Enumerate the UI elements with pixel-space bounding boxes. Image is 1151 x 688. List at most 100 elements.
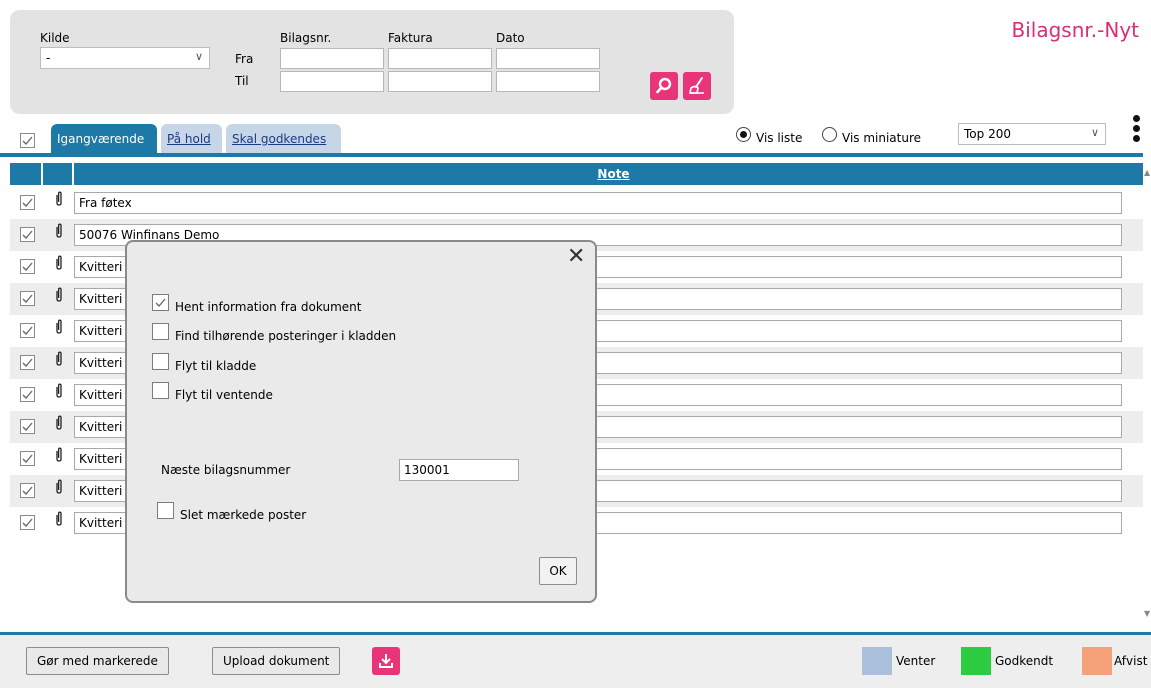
row-checkbox[interactable] (20, 515, 35, 530)
flyt-til-kladde-label: Flyt til kladde (175, 359, 257, 373)
note-column-header[interactable]: Note (84, 163, 1143, 185)
row-checkbox[interactable] (20, 387, 35, 402)
tab-paa-hold[interactable]: På hold (161, 124, 222, 154)
vis-miniature-label: Vis miniature (842, 131, 922, 145)
bilagsnr-til-input[interactable] (280, 71, 384, 92)
legend-godkendt-swatch (961, 647, 991, 675)
find-posteringer-label: Find tilhørende posteringer i kladden (175, 329, 397, 343)
check-icon (22, 390, 33, 399)
download-icon (379, 654, 393, 668)
faktura-til-input[interactable] (388, 71, 492, 92)
paperclip-icon[interactable] (54, 223, 64, 243)
row-checkbox[interactable] (20, 195, 35, 210)
kilde-select-value: - (46, 51, 51, 65)
clear-button[interactable] (683, 72, 711, 100)
legend-godkendt-label: Godkendt (995, 654, 1054, 668)
vis-miniature-radio[interactable] (822, 127, 837, 142)
top-select[interactable]: Top 200 ∨ (958, 123, 1106, 145)
tab-igangvaerende[interactable]: Igangværende (51, 124, 157, 154)
paperclip-icon[interactable] (54, 479, 64, 499)
tab-divider (0, 153, 1143, 157)
slet-poster-label: Slet mærkede poster (180, 508, 307, 522)
ok-button[interactable]: OK (539, 557, 577, 585)
paperclip-icon[interactable] (54, 191, 64, 211)
table-row[interactable]: Fra føtex (10, 187, 1143, 219)
check-icon (22, 294, 33, 303)
row-checkbox[interactable] (20, 419, 35, 434)
broom-icon (689, 77, 704, 94)
check-icon (22, 422, 33, 431)
scroll-down-icon[interactable]: ▼ (1144, 609, 1150, 618)
chevron-down-icon: ∨ (1090, 126, 1099, 139)
check-icon (155, 298, 166, 307)
check-icon (22, 454, 33, 463)
paperclip-icon[interactable] (54, 255, 64, 275)
action-dialog: ✕ Hent information fra dokument Find til… (125, 240, 597, 603)
select-all-checkbox[interactable] (20, 133, 35, 148)
naeste-bilagsnummer-input[interactable]: 130001 (399, 459, 519, 481)
bilagsnr-label: Bilagsnr. (280, 31, 332, 45)
dato-til-input[interactable] (496, 71, 600, 92)
faktura-fra-input[interactable] (388, 48, 492, 69)
fra-label: Fra (235, 52, 254, 66)
row-checkbox[interactable] (20, 483, 35, 498)
paperclip-icon[interactable] (54, 351, 64, 371)
kilde-select[interactable]: - ∨ (40, 47, 210, 69)
dato-label: Dato (496, 31, 525, 45)
kilde-label: Kilde (40, 31, 70, 45)
paperclip-icon[interactable] (54, 415, 64, 435)
filter-panel: Kilde - ∨ Fra Til Bilagsnr. Faktura Dato (10, 10, 734, 114)
faktura-label: Faktura (388, 31, 433, 45)
paperclip-icon[interactable] (54, 511, 64, 531)
legend-afvist-swatch (1082, 647, 1112, 675)
check-icon (22, 136, 33, 145)
slet-poster-checkbox[interactable] (157, 502, 174, 519)
check-icon (22, 486, 33, 495)
close-icon[interactable]: ✕ (567, 246, 585, 268)
row-checkbox[interactable] (20, 227, 35, 242)
find-posteringer-checkbox[interactable] (152, 323, 169, 340)
search-icon (656, 77, 672, 94)
hent-information-checkbox[interactable] (152, 294, 169, 311)
tab-skal-godkendes[interactable]: Skal godkendes (226, 124, 341, 154)
legend-venter-swatch (862, 647, 892, 675)
row-checkbox[interactable] (20, 291, 35, 306)
til-label: Til (235, 74, 249, 88)
row-checkbox[interactable] (20, 451, 35, 466)
dato-fra-input[interactable] (496, 48, 600, 69)
legend-afvist-label: Afvist (1114, 654, 1148, 668)
note-input[interactable]: Fra føtex (74, 192, 1122, 214)
check-icon (22, 358, 33, 367)
check-icon (22, 198, 33, 207)
scroll-up-icon[interactable]: ▲ (1144, 168, 1150, 177)
check-icon (22, 518, 33, 527)
paperclip-icon[interactable] (54, 383, 64, 403)
paperclip-icon[interactable] (54, 319, 64, 339)
row-checkbox[interactable] (20, 355, 35, 370)
check-icon (22, 262, 33, 271)
page-title: Bilagsnr.-Nyt (1011, 18, 1139, 42)
flyt-til-ventende-checkbox[interactable] (152, 382, 169, 399)
check-icon (22, 326, 33, 335)
flyt-til-kladde-checkbox[interactable] (152, 353, 169, 370)
more-menu-icon[interactable] (1131, 113, 1141, 147)
row-checkbox[interactable] (20, 259, 35, 274)
chevron-down-icon: ∨ (194, 50, 203, 63)
top-select-value: Top 200 (964, 127, 1011, 141)
row-checkbox[interactable] (20, 323, 35, 338)
paperclip-icon[interactable] (54, 287, 64, 307)
check-icon (22, 230, 33, 239)
download-button[interactable] (372, 647, 400, 675)
legend-venter-label: Venter (896, 654, 936, 668)
flyt-til-ventende-label: Flyt til ventende (175, 388, 273, 402)
vis-liste-radio[interactable] (736, 127, 751, 142)
vis-liste-label: Vis liste (756, 131, 803, 145)
search-button[interactable] (650, 72, 678, 100)
hent-information-label: Hent information fra dokument (175, 300, 362, 314)
upload-document-button[interactable]: Upload dokument (212, 647, 341, 675)
naeste-bilagsnummer-label: Næste bilagsnummer (161, 463, 291, 477)
grid-header: Note (10, 163, 1143, 185)
bilagsnr-fra-input[interactable] (280, 48, 384, 69)
paperclip-icon[interactable] (54, 447, 64, 467)
mark-action-button[interactable]: Gør med markerede (26, 647, 169, 675)
